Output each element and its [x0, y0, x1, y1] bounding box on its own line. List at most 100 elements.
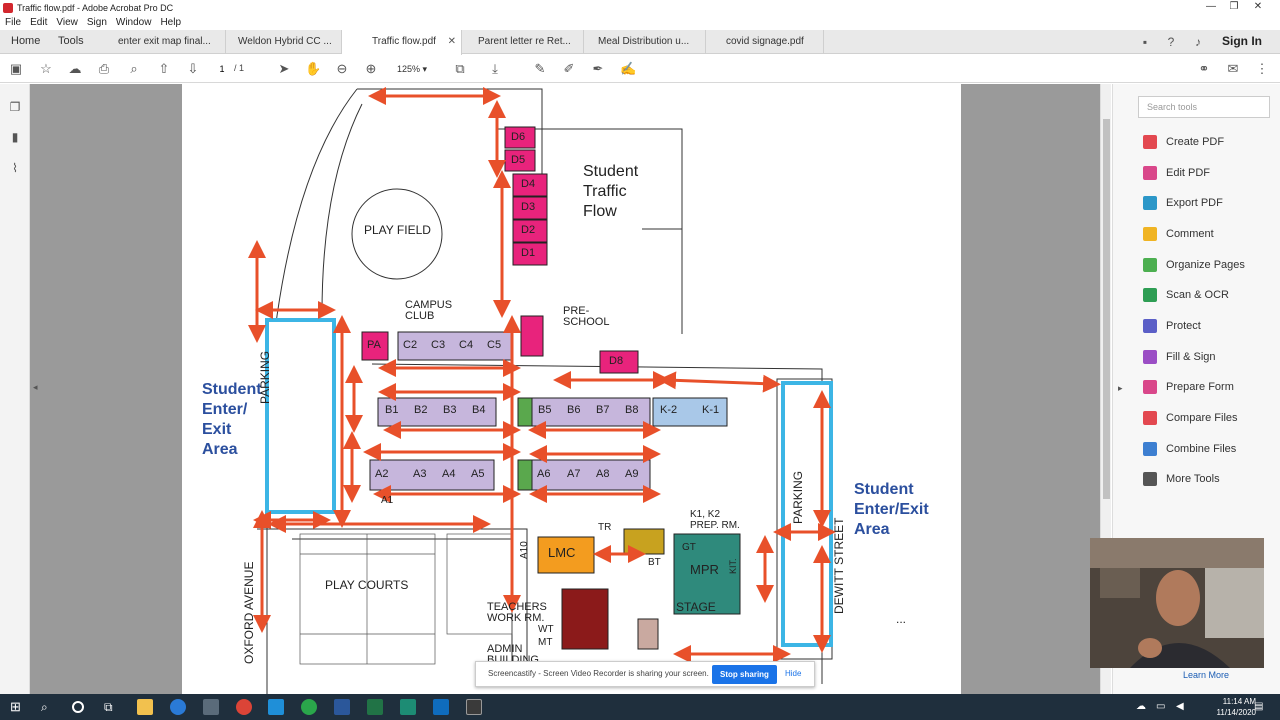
page-thumbnails-icon[interactable]: ❐ — [8, 100, 22, 114]
document-tab[interactable]: covid signage.pdf — [714, 30, 824, 54]
tool-export-pdf[interactable]: Export PDF — [1143, 192, 1223, 214]
network-icon[interactable]: ▭ — [1156, 699, 1172, 715]
windows-start-icon[interactable]: ⊞ — [10, 699, 26, 715]
menu-file[interactable]: File — [5, 17, 21, 28]
document-tab[interactable]: enter exit map final... — [108, 30, 226, 54]
sign-pen-icon[interactable]: ✒ — [590, 61, 606, 77]
chrome-icon[interactable] — [236, 699, 252, 715]
close-tab-icon[interactable]: ✕ — [448, 30, 456, 53]
page-number-input[interactable] — [212, 62, 232, 76]
menu-window[interactable]: Window — [116, 17, 152, 28]
save-icon[interactable]: ▣ — [8, 61, 24, 77]
camera-app-icon[interactable] — [203, 699, 219, 715]
acrobat-taskbar-icon[interactable] — [466, 699, 482, 715]
upload-cloud-icon[interactable]: ☁ — [67, 61, 83, 77]
tool-edit-pdf[interactable]: Edit PDF — [1143, 162, 1210, 184]
tool-prepare-form[interactable]: Prepare Form — [1143, 376, 1234, 398]
comment-icon — [1143, 227, 1157, 241]
teachers-work-room-label: TEACHERS WORK RM. — [487, 602, 547, 624]
help-icon[interactable]: ? — [1164, 35, 1178, 49]
tab-bar: Home Tools enter exit map final... Weldo… — [0, 30, 1280, 55]
edge-browser-icon[interactable] — [170, 699, 186, 715]
learn-more-link[interactable]: Learn More — [1183, 670, 1229, 680]
clock-time: 11:14 AM — [1222, 697, 1256, 706]
tool-organize-pages[interactable]: Organize Pages — [1143, 254, 1245, 276]
comments-icon[interactable]: ▪ — [1138, 35, 1152, 49]
document-tab[interactable]: Parent letter re Ret... — [468, 30, 584, 54]
onedrive-cloud-icon[interactable]: ☁ — [1136, 699, 1152, 715]
tool-more-tools[interactable]: More Tools — [1143, 468, 1220, 490]
file-explorer-icon[interactable] — [137, 699, 153, 715]
notifications-bell-icon[interactable]: ♪ — [1191, 35, 1205, 49]
tool-scan-ocr[interactable]: Scan & OCR — [1143, 284, 1229, 306]
sign-in-button[interactable]: Sign In — [1222, 30, 1262, 54]
excel-icon[interactable] — [367, 699, 383, 715]
search-icon[interactable]: ⌕ — [41, 699, 57, 715]
zoom-level-dropdown[interactable]: 125% ▾ — [397, 62, 437, 76]
share-link-icon[interactable]: ⚭ — [1196, 61, 1212, 77]
collapse-right-pane-icon[interactable]: ▸ — [1118, 383, 1123, 394]
menu-sign[interactable]: Sign — [87, 17, 107, 28]
tool-fill-sign[interactable]: Fill & Sign — [1143, 346, 1216, 368]
fill-sign-tool-icon[interactable]: ✍ — [620, 61, 636, 77]
menu-view[interactable]: View — [56, 17, 78, 28]
document-tab[interactable]: Meal Distribution u... — [588, 30, 706, 54]
hide-button[interactable]: Hide — [785, 669, 801, 678]
tool-label: Export PDF — [1166, 197, 1223, 209]
close-window-icon[interactable]: ✕ — [1235, 0, 1280, 15]
system-clock[interactable]: 11:14 AM 11/14/2020 — [1217, 696, 1256, 718]
stop-sharing-button[interactable]: Stop sharing — [712, 665, 777, 684]
search-tools-input[interactable]: Search tools — [1138, 96, 1270, 118]
tool-create-pdf[interactable]: Create PDF — [1143, 131, 1224, 153]
green-app-icon[interactable] — [301, 699, 317, 715]
window-title: Traffic flow.pdf - Adobe Acrobat Pro DC — [17, 2, 174, 13]
scrollbar-thumb[interactable] — [1103, 119, 1110, 499]
menu-help[interactable]: Help — [160, 17, 181, 28]
page-fit-icon[interactable]: ⧉ — [452, 61, 468, 77]
parking-right-label: PARKING — [791, 470, 805, 524]
room-k2-label: K-2 — [660, 404, 678, 416]
bookmarks-icon[interactable]: ▮ — [8, 130, 22, 144]
menu-edit[interactable]: Edit — [30, 17, 47, 28]
print-icon[interactable]: ⎙ — [96, 61, 112, 77]
notification-center-icon[interactable]: ▤ — [1254, 699, 1270, 715]
scroll-mode-icon[interactable]: ⤓ — [487, 61, 503, 77]
previous-page-icon[interactable]: ⇧ — [156, 61, 172, 77]
search-zoom-icon[interactable]: ⌕ — [126, 61, 142, 77]
tool-combine-files[interactable]: Combine Files — [1143, 438, 1236, 460]
hand-tool-icon[interactable]: ✋ — [305, 61, 321, 77]
room-a8-label: A8 — [596, 468, 610, 480]
volume-icon[interactable]: ◀ — [1176, 699, 1192, 715]
room-a5-label: A5 — [471, 468, 485, 480]
document-tab[interactable]: Weldon Hybrid CC ... — [228, 30, 342, 54]
document-tab-active[interactable]: Traffic flow.pdf ✕ — [342, 30, 462, 55]
email-icon[interactable]: ✉ — [1225, 61, 1241, 77]
cortana-icon[interactable] — [72, 701, 84, 713]
more-options-icon[interactable]: ⋮ — [1254, 61, 1270, 77]
task-view-icon[interactable]: ⧉ — [104, 699, 120, 715]
pr-line-1: K1, K2 — [690, 509, 721, 520]
tools-tab[interactable]: Tools — [58, 30, 84, 54]
pdf-page[interactable]: PLAY FIELD CAMPUS CLUB PRE- SCHOOL Stude… — [182, 84, 961, 694]
home-tab[interactable]: Home — [11, 30, 40, 54]
room-d5-label: D5 — [511, 154, 526, 166]
expand-left-pane-icon[interactable]: ◂ — [33, 382, 38, 393]
eer-line-3: Area — [854, 521, 890, 538]
tool-protect[interactable]: Protect — [1143, 315, 1201, 337]
word-icon[interactable] — [334, 699, 350, 715]
room-d6-label: D6 — [511, 131, 526, 143]
tool-compare-files[interactable]: Compare Files — [1143, 407, 1238, 429]
next-page-icon[interactable]: ⇩ — [185, 61, 201, 77]
outlook-icon[interactable] — [433, 699, 449, 715]
zoom-out-icon[interactable]: ⊖ — [334, 61, 350, 77]
room-b3-label: B3 — [443, 404, 457, 416]
tool-comment[interactable]: Comment — [1143, 223, 1214, 245]
select-cursor-icon[interactable]: ➤ — [276, 61, 292, 77]
publisher-icon[interactable] — [400, 699, 416, 715]
zoom-in-icon[interactable]: ⊕ — [363, 61, 379, 77]
v-app-icon[interactable] — [268, 699, 284, 715]
bookmark-star-icon[interactable]: ☆ — [38, 61, 54, 77]
attachments-paperclip-icon[interactable]: ⌇ — [8, 161, 22, 175]
highlight-pen-icon[interactable]: ✐ — [561, 61, 577, 77]
comment-tool-icon[interactable]: ✎ — [532, 61, 548, 77]
